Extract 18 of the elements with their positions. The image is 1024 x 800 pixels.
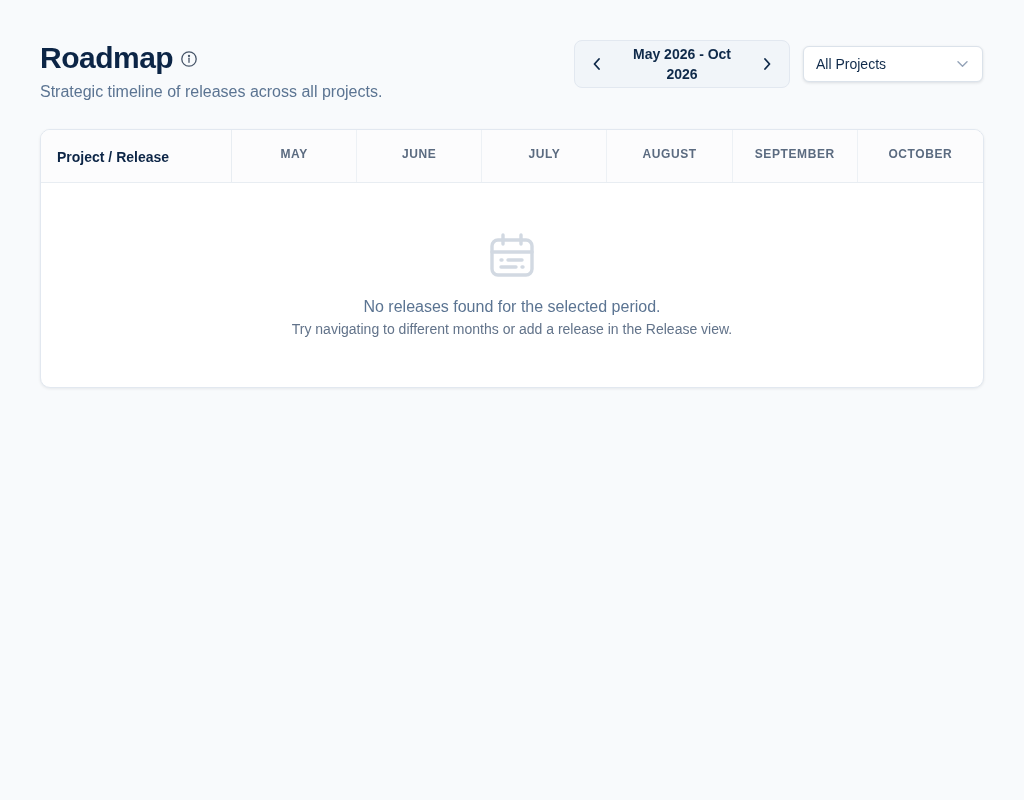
project-filter-dropdown[interactable]: All Projects [803,46,983,82]
page-title: Roadmap [40,40,174,76]
chevron-down-icon [957,61,968,67]
empty-state-message: No releases found for the selected period. [363,297,661,317]
month-column-header: AUGUST [607,130,733,182]
month-column-header: SEPTEMBER [732,130,858,182]
chevron-right-icon [763,58,771,70]
empty-state-hint: Try navigating to different months or add a release in the Release view. [291,320,733,339]
month-column-header: JULY [482,130,608,182]
page-subtitle: Strategic timeline of releases across all projects. [40,82,383,102]
column-header: Project / Release [41,130,232,182]
chevron-left-icon [593,58,601,70]
calendar-icon [490,233,534,277]
date-range-label: May 2026 - Oct 2026 [631,45,733,84]
month-column-header: JUNE [357,130,483,182]
month-column-header: MAY [232,130,358,182]
month-column-header: OCTOBER [887,145,954,163]
info-icon[interactable] [181,50,198,67]
